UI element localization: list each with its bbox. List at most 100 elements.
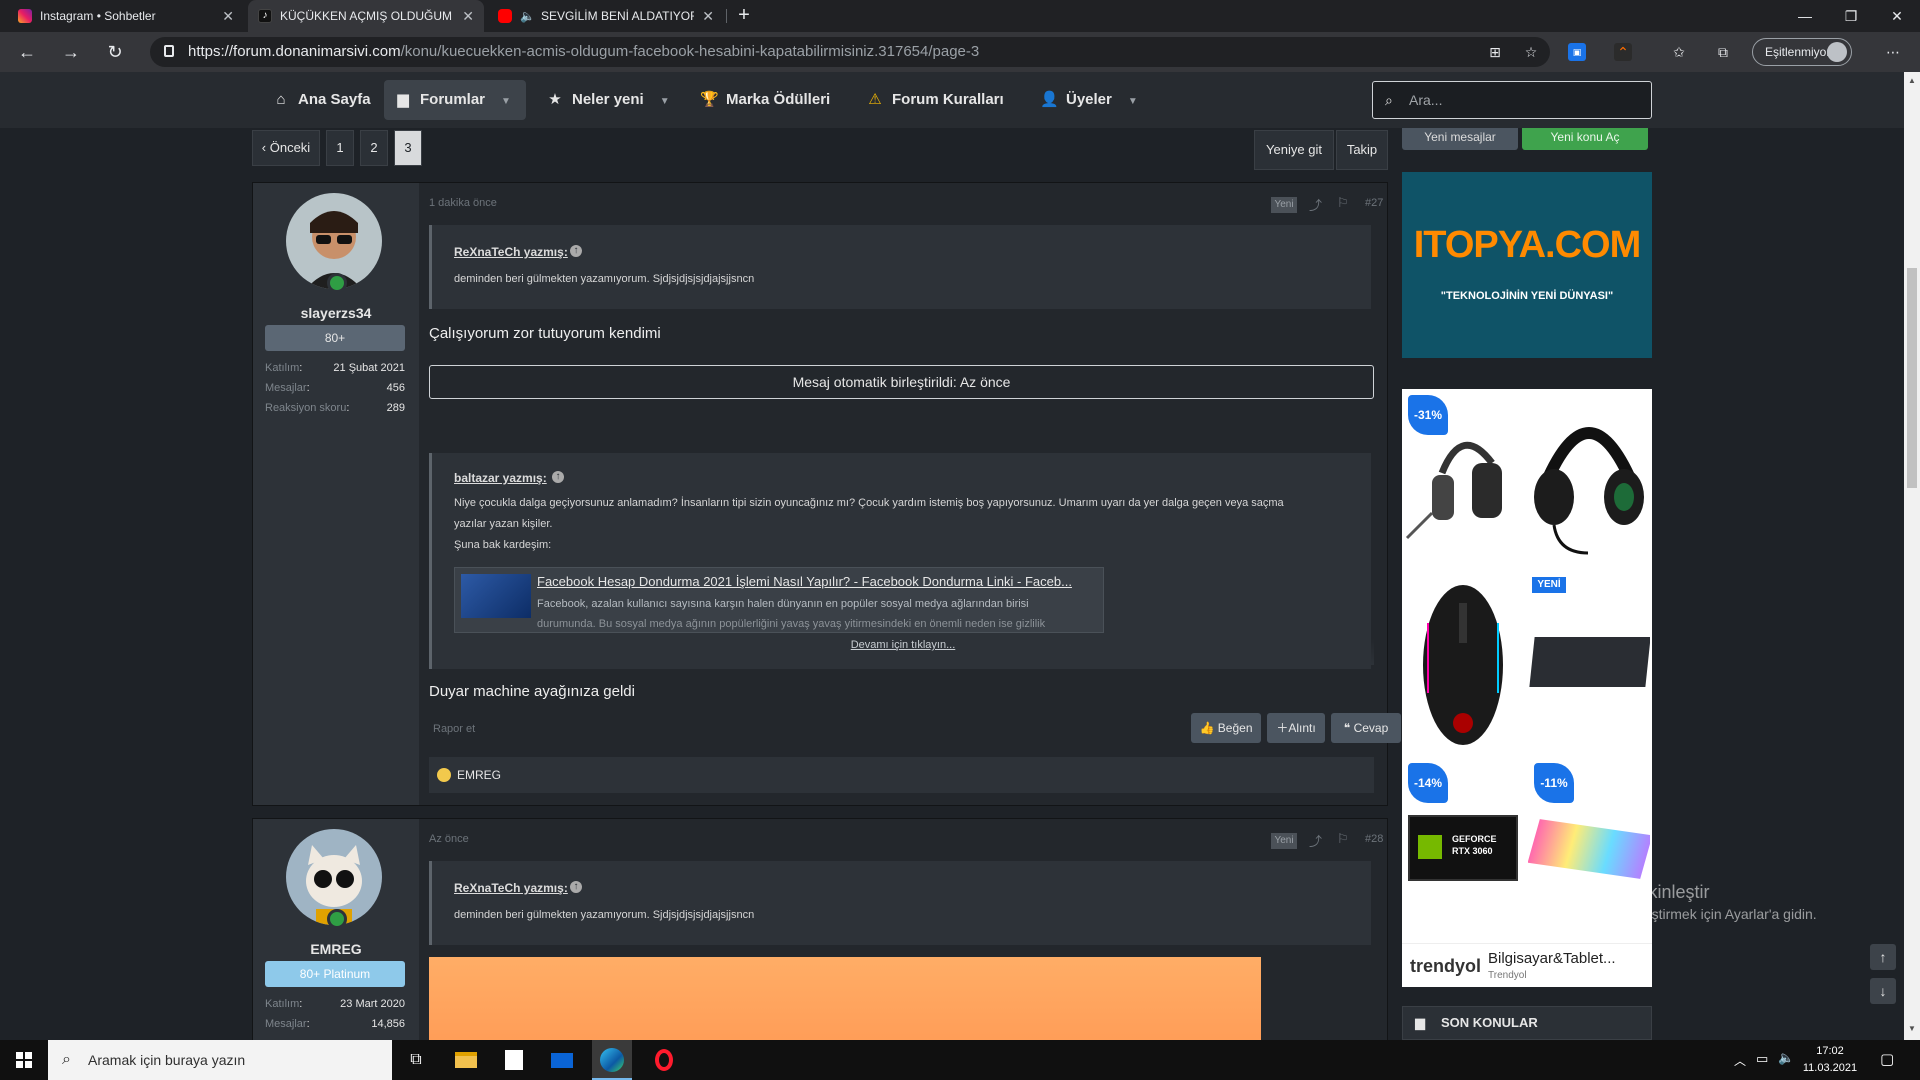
windows-start-button[interactable] xyxy=(10,1046,38,1074)
tray-chevron-up-icon[interactable]: ︿ xyxy=(1734,1052,1746,1069)
page-1-button[interactable]: 1 xyxy=(326,130,354,166)
quote-author[interactable]: ReXnaTeCh yazmış: xyxy=(454,881,568,895)
nav-home[interactable]: ⌂ Ana Sayfa xyxy=(262,80,381,120)
file-explorer-icon[interactable] xyxy=(452,1046,480,1074)
notification-icon[interactable]: ▢ xyxy=(1880,1050,1894,1068)
bookmark-icon[interactable]: ⚐ xyxy=(1337,831,1349,847)
taskbar-search-input[interactable]: ⌕ Aramak için buraya yazın xyxy=(48,1040,392,1080)
store-icon[interactable] xyxy=(500,1046,528,1074)
opera-icon[interactable] xyxy=(650,1046,678,1074)
post-time[interactable]: Az önce xyxy=(429,833,469,845)
product-mouse[interactable] xyxy=(1402,573,1524,753)
post-image[interactable] xyxy=(429,957,1261,1040)
product-headset-razer[interactable] xyxy=(1528,389,1650,569)
reload-button[interactable]: ↻ xyxy=(102,40,128,66)
taskbar-clock[interactable]: 17:02 11.03.2021 xyxy=(1794,1043,1866,1077)
ad-footer[interactable]: trendyol Bilgisayar&Tablet... Trendyol xyxy=(1402,943,1652,987)
arrow-up-icon[interactable]: ↑ xyxy=(570,245,582,257)
product-keyboard[interactable]: YENİ xyxy=(1528,573,1650,753)
itopya-ad[interactable]: ITOPYA.COM "TEKNOLOJİNİN YENİ DÜNYASI" xyxy=(1402,172,1652,358)
arrow-up-icon[interactable]: ↑ xyxy=(570,881,582,893)
expand-link[interactable]: Devamı için tıklayın... xyxy=(432,639,1374,651)
follow-button[interactable]: Takip xyxy=(1336,130,1388,170)
quote-button[interactable]: ＋Alıntı xyxy=(1267,713,1325,743)
edge-icon[interactable] xyxy=(592,1040,632,1080)
quote-author[interactable]: baltazar yazmış: xyxy=(454,471,547,485)
chevron-down-icon[interactable]: ▼ xyxy=(501,82,511,122)
maximize-button[interactable]: ❐ xyxy=(1828,0,1874,32)
extension-new-icon[interactable]: ▣ xyxy=(1568,43,1586,61)
search-placeholder: Ara... xyxy=(1409,92,1443,108)
post-number[interactable]: #27 xyxy=(1365,197,1383,209)
search-icon: ⌕ xyxy=(62,1051,71,1068)
scrollbar-thumb[interactable] xyxy=(1907,268,1917,488)
post-28: EMREG 80+ Platinum Katılım: 23 Mart 2020 … xyxy=(252,818,1388,1040)
volume-icon[interactable]: 🔈 xyxy=(1778,1050,1794,1066)
chevron-down-icon[interactable]: ▼ xyxy=(1128,82,1138,122)
bookmark-icon[interactable]: ⚐ xyxy=(1337,195,1349,211)
page-scrollbar[interactable]: ▲ ▼ xyxy=(1904,72,1920,1040)
network-icon[interactable]: ▭ xyxy=(1756,1051,1768,1067)
report-link[interactable]: Rapor et xyxy=(433,723,475,735)
nav-members[interactable]: 👤 Üyeler ▼ xyxy=(1030,80,1148,120)
back-button[interactable]: ← xyxy=(14,40,40,66)
prev-page-button[interactable]: ‹ Önceki xyxy=(252,130,320,166)
close-window-button[interactable]: ✕ xyxy=(1874,0,1920,32)
new-messages-button[interactable]: Yeni mesajlar xyxy=(1402,128,1518,150)
stat-value: 456 xyxy=(386,382,405,394)
scroll-top-button[interactable]: ↑ xyxy=(1870,944,1896,970)
reactions-bar[interactable]: EMREG xyxy=(429,757,1374,793)
goto-new-button[interactable]: Yeniye git xyxy=(1254,130,1334,170)
like-button[interactable]: 👍 Beğen xyxy=(1191,713,1261,743)
scroll-down-arrow-icon[interactable]: ▼ xyxy=(1907,1024,1917,1034)
product-headset-corsair[interactable]: -31% xyxy=(1402,389,1524,569)
username[interactable]: EMREG xyxy=(253,941,419,957)
post-content: 1 dakika önce Yeni ⤴ ⚐ #27 ReXnaTeCh yaz… xyxy=(419,183,1401,805)
close-tab-icon[interactable]: ✕ xyxy=(702,8,714,25)
page-3-button[interactable]: 3 xyxy=(394,130,422,166)
link-title[interactable]: Facebook Hesap Dondurma 2021 İşlemi Nası… xyxy=(537,574,1072,589)
new-tab-button[interactable]: + xyxy=(732,4,756,28)
quote-author[interactable]: ReXnaTeCh yazmış: xyxy=(454,245,568,259)
extension-icon[interactable]: ⌃ xyxy=(1614,43,1632,61)
reaction-user[interactable]: EMREG xyxy=(457,768,501,782)
tab-current-topic[interactable]: ♪ KÜÇÜKKEN AÇMIŞ OLDUĞUM FA ✕ xyxy=(248,0,484,32)
favorites-icon[interactable]: ✩ xyxy=(1670,43,1688,61)
url-path: /konu/kuecuekken-acmis-oldugum-facebook-… xyxy=(400,43,980,60)
scroll-up-arrow-icon[interactable]: ▲ xyxy=(1907,76,1917,86)
close-tab-icon[interactable]: ✕ xyxy=(222,8,234,25)
mail-icon[interactable] xyxy=(548,1046,576,1074)
chevron-down-icon[interactable]: ▼ xyxy=(660,82,670,122)
reader-mode-icon[interactable]: ⊞ xyxy=(1486,43,1504,61)
profile-button[interactable]: Eşitlenmiyor xyxy=(1752,38,1852,66)
new-topic-button[interactable]: Yeni konu Aç xyxy=(1522,128,1648,150)
nav-whats-new[interactable]: ★ Neler yeni ▼ xyxy=(536,80,680,120)
username[interactable]: slayerzs34 xyxy=(253,305,419,321)
tab-instagram[interactable]: Instagram • Sohbetler ✕ xyxy=(8,0,244,32)
task-view-icon[interactable]: ⧉ xyxy=(402,1046,430,1074)
search-input[interactable]: ⌕ Ara... xyxy=(1372,81,1652,119)
share-icon[interactable]: ⤴ xyxy=(1309,195,1322,214)
lock-icon[interactable] xyxy=(164,45,174,57)
more-menu-icon[interactable]: ⋯ xyxy=(1884,43,1902,61)
nav-forums[interactable]: ▆ Forumlar ▼ xyxy=(384,80,526,120)
arrow-up-icon[interactable]: ↑ xyxy=(552,471,564,483)
speaker-icon[interactable]: 🔈 xyxy=(520,9,535,23)
page-2-button[interactable]: 2 xyxy=(360,130,388,166)
post-number[interactable]: #28 xyxy=(1365,833,1383,845)
scroll-bottom-button[interactable]: ↓ xyxy=(1870,978,1896,1004)
nav-brand-awards[interactable]: 🏆 Marka Ödülleri xyxy=(690,80,840,120)
share-icon[interactable]: ⤴ xyxy=(1309,831,1322,850)
reply-button[interactable]: ❝ Cevap xyxy=(1331,713,1401,743)
address-bar[interactable]: https://forum.donanimarsivi.com/konu/kue… xyxy=(150,37,1550,67)
favorite-add-icon[interactable]: ☆ xyxy=(1522,43,1540,61)
forward-button[interactable]: → xyxy=(58,40,84,66)
tab-youtube[interactable]: 🔈 SEVGİLİM BENİ ALDATIYOR ✕ xyxy=(488,0,724,32)
link-preview-card[interactable]: Facebook Hesap Dondurma 2021 İşlemi Nası… xyxy=(454,567,1104,633)
nav-forum-rules[interactable]: ⚠ Forum Kuralları xyxy=(856,80,1014,120)
collections-icon[interactable]: ⧉ xyxy=(1714,43,1732,61)
post-time[interactable]: 1 dakika önce xyxy=(429,197,497,209)
product-laptop[interactable]: -14% GEFORCE RTX 3060 xyxy=(1402,757,1524,937)
close-tab-icon[interactable]: ✕ xyxy=(462,8,474,25)
minimize-button[interactable]: — xyxy=(1782,0,1828,32)
